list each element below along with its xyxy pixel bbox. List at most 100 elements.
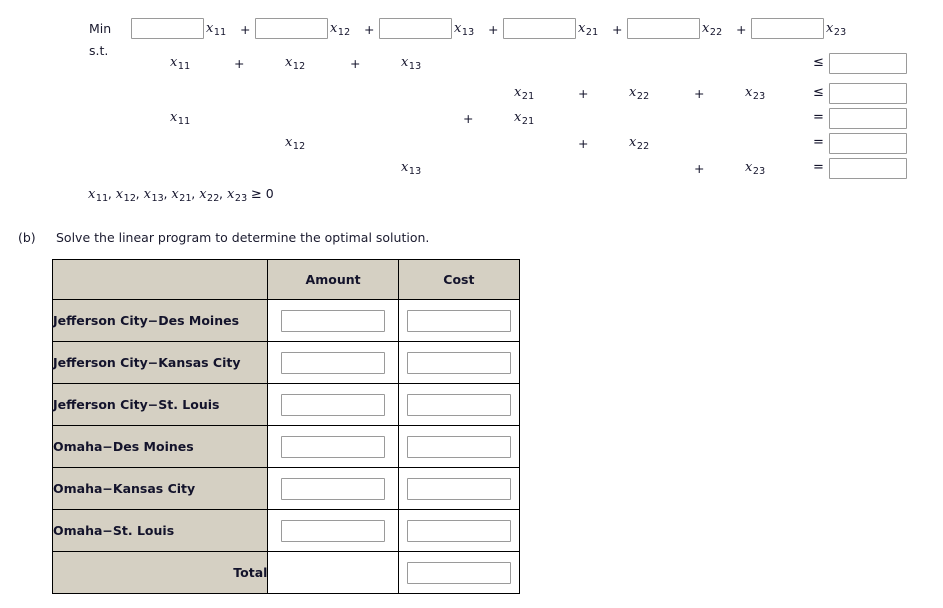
table-header-amount: Amount [267, 259, 399, 300]
objective-variable-x23: x23 [826, 21, 847, 38]
cost-cell-omaha-des-moines [397, 425, 521, 468]
cost-input-omaha-st-louis[interactable] [406, 519, 511, 542]
constraint-row-2: x21 + x22 + x23 ≤ [0, 82, 943, 106]
solution-table: Amount Cost Jefferson City−Des Moines Je… [51, 259, 521, 594]
objective-coefficient-input-x13[interactable] [379, 18, 452, 39]
cost-cell-omaha-kansas-city [397, 467, 521, 510]
objective-plus-3: + [488, 22, 499, 37]
constraint-2-relation: ≤ [813, 85, 824, 100]
total-amount-cell [267, 551, 399, 594]
cost-input-jefferson-st-louis[interactable] [406, 393, 511, 416]
route-label-omaha-des-moines: Omaha−Des Moines [51, 425, 269, 468]
constraint-2-plus-2: + [694, 86, 705, 101]
amount-input-jefferson-des-moines[interactable] [281, 309, 386, 332]
route-label-jefferson-des-moines: Jefferson City−Des Moines [51, 299, 269, 342]
nonneg-relation: ≥ [250, 187, 262, 202]
constraint-3-term-x11: x11 [170, 110, 191, 127]
objective-min-label: Min [89, 21, 112, 36]
objective-variable-x12: x12 [330, 21, 351, 38]
cost-input-omaha-des-moines[interactable] [406, 435, 511, 458]
constraint-4-rhs-input[interactable] [829, 133, 907, 154]
amount-cell-omaha-st-louis [267, 509, 399, 552]
amount-cell-omaha-kansas-city [267, 467, 399, 510]
total-cost-input[interactable] [406, 561, 511, 584]
cost-input-jefferson-des-moines[interactable] [406, 309, 511, 332]
constraint-row-5: x13 + x23 = [0, 157, 943, 181]
table-row: Jefferson City−Kansas City [51, 341, 521, 384]
constraint-1-relation: ≤ [813, 55, 824, 70]
objective-plus-2: + [364, 22, 375, 37]
objective-variable-x11: x11 [206, 21, 227, 38]
part-b-text: Solve the linear program to determine th… [56, 230, 430, 245]
table-row: Jefferson City−Des Moines [51, 299, 521, 342]
route-label-omaha-st-louis: Omaha−St. Louis [51, 509, 269, 552]
amount-input-omaha-des-moines[interactable] [281, 435, 386, 458]
constraint-5-plus-1: + [694, 161, 705, 176]
constraint-2-plus-1: + [578, 86, 589, 101]
table-row: Omaha−Des Moines [51, 425, 521, 468]
nonneg-var-x11: x11 [88, 187, 109, 204]
objective-coefficient-input-x11[interactable] [131, 18, 204, 39]
constraint-1-rhs-input[interactable] [829, 53, 907, 74]
constraint-2-rhs-input[interactable] [829, 83, 907, 104]
route-label-jefferson-st-louis: Jefferson City−St. Louis [51, 383, 269, 426]
nonneg-var-x22: x22 [199, 187, 220, 204]
constraint-4-relation: = [813, 135, 824, 150]
route-label-omaha-kansas-city: Omaha−Kansas City [51, 467, 269, 510]
nonneg-var-x21: x21 [171, 187, 192, 204]
nonneg-var-x12: x12 [115, 187, 137, 204]
table-header-row: Amount Cost [51, 259, 521, 300]
amount-input-jefferson-st-louis[interactable] [281, 393, 386, 416]
cost-input-omaha-kansas-city[interactable] [406, 477, 511, 500]
constraint-row-3: x11 + x21 = [0, 107, 943, 131]
constraint-5-rhs-input[interactable] [829, 158, 907, 179]
cost-input-jefferson-kansas-city[interactable] [406, 351, 511, 374]
table-row: Omaha−Kansas City [51, 467, 521, 510]
objective-coefficient-input-x21[interactable] [503, 18, 576, 39]
part-b-prompt: (b) Solve the linear program to determine… [18, 230, 429, 245]
constraint-3-relation: = [813, 110, 824, 125]
amount-cell-omaha-des-moines [267, 425, 399, 468]
table-row-total: Total [51, 551, 521, 594]
constraint-2-term-x23: x23 [745, 85, 766, 102]
objective-coefficient-input-x12[interactable] [255, 18, 328, 39]
constraint-1-term-x12: x12 [285, 55, 306, 72]
nonneg-var-x13: x13 [143, 187, 164, 204]
constraint-1-plus-1: + [234, 56, 245, 71]
constraint-5-relation: = [813, 160, 824, 175]
total-cost-cell [397, 551, 521, 594]
constraint-1-term-x11: x11 [170, 55, 191, 72]
objective-coefficient-input-x23[interactable] [751, 18, 824, 39]
objective-plus-1: + [240, 22, 251, 37]
objective-function-row: Min s.t. x11 + x12 + x13 + x21 + x22 + x… [0, 10, 943, 58]
constraint-1-term-x13: x13 [401, 55, 422, 72]
table-header-blank [51, 259, 269, 300]
objective-plus-5: + [736, 22, 747, 37]
constraint-4-term-x22: x22 [629, 135, 650, 152]
constraint-5-term-x13: x13 [401, 160, 422, 177]
constraint-1-plus-2: + [350, 56, 361, 71]
amount-input-jefferson-kansas-city[interactable] [281, 351, 386, 374]
constraint-5-term-x23: x23 [745, 160, 766, 177]
table-row: Omaha−St. Louis [51, 509, 521, 552]
constraint-3-rhs-input[interactable] [829, 108, 907, 129]
total-label: Total [51, 551, 269, 594]
constraint-3-term-x21: x21 [514, 110, 535, 127]
objective-plus-4: + [612, 22, 623, 37]
nonneg-var-x23: x23 [226, 187, 248, 204]
objective-variable-x13: x13 [454, 21, 475, 38]
objective-coefficient-input-x22[interactable] [627, 18, 700, 39]
amount-input-omaha-kansas-city[interactable] [281, 477, 386, 500]
constraint-4-term-x12: x12 [285, 135, 306, 152]
constraint-row-1: x11 + x12 + x13 ≤ [0, 52, 943, 76]
table-header-cost: Cost [397, 259, 521, 300]
objective-variable-x22: x22 [702, 21, 723, 38]
constraints-grid: x11 + x12 + x13 ≤ x21 + x22 + x23 ≤ x11 … [0, 52, 943, 179]
objective-variable-x21: x21 [578, 21, 599, 38]
constraint-2-term-x22: x22 [629, 85, 650, 102]
amount-input-omaha-st-louis[interactable] [281, 519, 386, 542]
cost-cell-jefferson-kansas-city [397, 341, 521, 384]
cost-cell-jefferson-des-moines [397, 299, 521, 342]
nonneg-bound: 0 [265, 186, 274, 201]
constraint-row-4: x12 + x22 = [0, 132, 943, 156]
